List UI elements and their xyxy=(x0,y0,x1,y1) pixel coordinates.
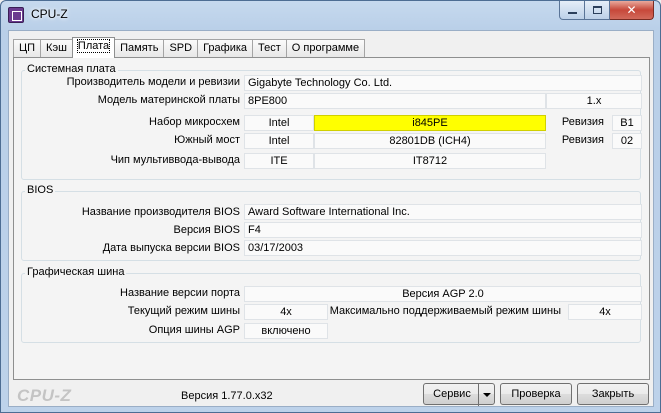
graphic-agp-value: включено xyxy=(244,323,328,339)
tools-split-button: Сервис xyxy=(423,383,495,406)
bios-group: BIOS Название производителя BIOS Award S… xyxy=(21,184,642,261)
tools-button-label: Сервис xyxy=(433,388,471,400)
window-title: CPU-Z xyxy=(31,7,68,21)
graphic-current-value: 4x xyxy=(244,304,328,320)
footer-bar: CPU-Z Версия 1.77.0.x32 Сервис Проверка … xyxy=(9,381,653,407)
caption-buttons: ✕ xyxy=(559,1,654,20)
manufacturer-label: Производитель модели и ревизии xyxy=(66,76,240,88)
bios-date-value: 03/17/2003 xyxy=(244,240,642,256)
client-area: ЦП Кэш Плата Память SPD Графика Тест О п… xyxy=(8,30,654,407)
graphic-interface-group: Графическая шина Название версии порта В… xyxy=(21,266,642,343)
chipset-revision-label: Ревизия xyxy=(561,116,604,128)
chipset-label: Набор микросхем xyxy=(149,116,240,128)
tab-mainboard[interactable]: Плата xyxy=(71,37,116,58)
graphic-legend: Графическая шина xyxy=(25,266,127,278)
tab-about[interactable]: О программе xyxy=(285,39,366,58)
tab-caches[interactable]: Кэш xyxy=(40,39,73,58)
model-revision-value: 1.x xyxy=(546,93,642,109)
graphic-version-label: Название версии порта xyxy=(120,287,240,299)
motherboard-legend: Системная плата xyxy=(25,63,118,75)
chipset-vendor-value: Intel xyxy=(244,115,314,131)
tab-label: Память xyxy=(120,42,159,54)
manufacturer-value: Gigabyte Technology Co. Ltd. xyxy=(244,75,642,91)
close-icon: ✕ xyxy=(626,3,637,17)
lpcio-vendor-value: ITE xyxy=(244,153,314,169)
bios-legend: BIOS xyxy=(25,184,56,196)
graphic-max-label: Максимально поддерживаемый режим шины xyxy=(329,305,561,317)
mainboard-panel: Системная плата Производитель модели и р… xyxy=(13,57,650,380)
maximize-icon xyxy=(592,6,602,14)
tab-bench[interactable]: Тест xyxy=(252,39,287,58)
tools-button[interactable]: Сервис xyxy=(423,383,495,406)
maximize-button[interactable] xyxy=(585,1,610,20)
model-label: Модель материнской платы xyxy=(97,94,240,106)
tab-label: О программе xyxy=(291,42,360,54)
tab-label: Плата xyxy=(76,39,111,53)
title-bar[interactable]: CPU-Z ✕ xyxy=(1,1,660,29)
graphic-version-value: Версия AGP 2.0 xyxy=(244,286,642,302)
validate-button[interactable]: Проверка xyxy=(500,383,572,405)
chevron-down-icon xyxy=(482,393,491,397)
lpcio-label: Чип мультиввода-вывода xyxy=(110,154,240,166)
tab-spd[interactable]: SPD xyxy=(163,39,199,58)
graphic-max-value: 4x xyxy=(568,304,642,320)
model-value: 8PE800 xyxy=(244,93,546,109)
chipset-revision-value: B1 xyxy=(612,115,642,131)
version-label: Версия 1.77.0.x32 xyxy=(181,390,273,402)
close-button[interactable]: Закрыть xyxy=(577,383,649,405)
southbridge-model-value: 82801DB (ICH4) xyxy=(314,133,546,149)
minimize-button[interactable] xyxy=(559,1,585,20)
close-window-button[interactable]: ✕ xyxy=(610,1,654,20)
tab-label: Графика xyxy=(203,42,248,54)
tab-label: Кэш xyxy=(46,42,67,54)
bios-date-label: Дата выпуска версии BIOS xyxy=(102,242,240,254)
chipset-model-value: i845PE xyxy=(314,115,546,131)
tab-label: Тест xyxy=(258,42,281,54)
tools-dropdown-toggle[interactable] xyxy=(478,384,494,406)
tab-graphics[interactable]: Графика xyxy=(197,39,254,58)
cpu-z-app-icon xyxy=(8,7,24,23)
tab-cpu[interactable]: ЦП xyxy=(13,39,42,58)
tab-strip: ЦП Кэш Плата Память SPD Графика Тест О п… xyxy=(13,37,366,58)
southbridge-label: Южный мост xyxy=(174,134,240,146)
motherboard-group: Системная плата Производитель модели и р… xyxy=(21,63,642,180)
bios-brand-label: Название производителя BIOS xyxy=(81,206,240,218)
app-window: CPU-Z ✕ ЦП Кэш Плата Память SPD Графика … xyxy=(0,0,661,413)
graphic-agp-label: Опция шины AGP xyxy=(148,324,240,336)
minimize-icon xyxy=(567,12,577,14)
southbridge-vendor-value: Intel xyxy=(244,133,314,149)
tab-label: ЦП xyxy=(19,42,36,54)
bios-version-label: Версия BIOS xyxy=(173,224,240,236)
lpcio-model-value: IT8712 xyxy=(314,153,546,169)
tab-memory[interactable]: Память xyxy=(114,39,165,58)
bios-brand-value: Award Software International Inc. xyxy=(244,204,642,220)
southbridge-revision-label: Ревизия xyxy=(561,134,604,146)
tab-label: SPD xyxy=(169,42,193,54)
cpu-z-brand-logo: CPU-Z xyxy=(17,386,72,405)
graphic-current-label: Текущий режим шины xyxy=(127,305,240,317)
bios-version-value: F4 xyxy=(244,222,642,238)
southbridge-revision-value: 02 xyxy=(612,133,642,149)
